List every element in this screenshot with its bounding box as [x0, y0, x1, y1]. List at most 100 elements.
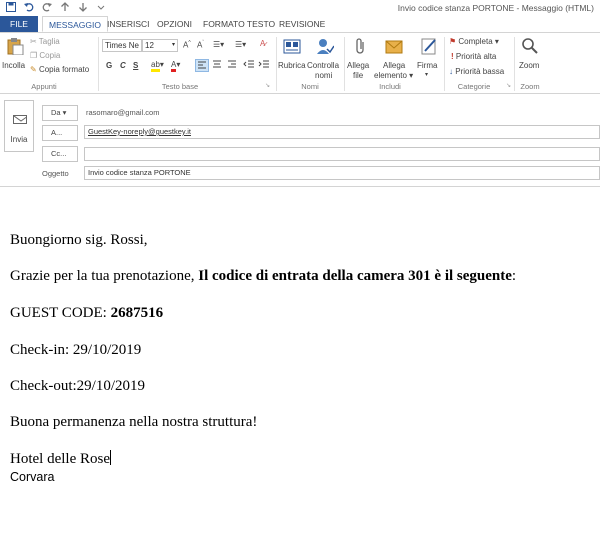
address-book-icon	[283, 39, 301, 54]
attach-file-button[interactable]: Allega file	[346, 35, 374, 80]
text-cursor	[109, 450, 111, 465]
font-name-value: Times Ne	[105, 41, 139, 50]
group-testo-base-label: Testo base	[161, 82, 199, 91]
check-names-label-2: nomi	[315, 71, 333, 80]
greeting-line: Buongiorno sig. Rossi,	[10, 232, 148, 248]
dialog-launcher-icon[interactable]: ↘	[506, 82, 511, 89]
format-painter-icon: ✎	[30, 65, 37, 74]
checkin-line: Check-in: 29/10/2019	[10, 342, 142, 358]
redo-icon[interactable]	[42, 2, 52, 12]
align-center-icon	[213, 60, 221, 68]
align-center-button[interactable]	[211, 59, 225, 72]
ribbon-separator	[98, 37, 99, 91]
group-includi-label: Includi	[379, 82, 401, 91]
increase-indent-icon	[258, 60, 269, 68]
high-importance-label: Priorità alta	[455, 52, 497, 61]
exclamation-icon: !	[451, 52, 454, 61]
align-left-button[interactable]	[195, 59, 209, 72]
customize-icon[interactable]	[96, 2, 106, 12]
tab-opzioni[interactable]: OPZIONI	[151, 16, 198, 32]
check-names-label: Controlla	[307, 61, 340, 70]
high-importance-button[interactable]: ! Priorità alta	[451, 52, 496, 61]
thanks-text: Grazie per la tua prenotazione,	[10, 268, 199, 284]
align-left-icon	[198, 61, 206, 69]
follow-up-button[interactable]: ⚑ Completa ▾	[449, 37, 499, 46]
italic-button[interactable]: C	[120, 61, 126, 70]
ribbon-separator	[344, 37, 345, 91]
signature-icon	[421, 38, 436, 55]
quick-access-toolbar	[6, 2, 106, 12]
hotel-line: Hotel delle Rose	[10, 450, 111, 468]
cc-button[interactable]: Cc...	[42, 146, 78, 162]
follow-up-label: Completa	[458, 37, 493, 46]
cut-label: Taglia	[38, 37, 60, 46]
undo-icon[interactable]	[24, 2, 34, 12]
to-field[interactable]: GuestKey-noreply@guestkey.it	[84, 125, 600, 139]
magnifier-icon	[522, 38, 538, 54]
decrease-indent-button[interactable]	[243, 59, 257, 72]
attach-item-label: Allega	[383, 61, 406, 70]
group-appunti-label: Appunti	[31, 82, 57, 91]
message-header: Invia Da ▾ rasomaro@gmail.com A... Guest…	[0, 96, 600, 187]
save-icon[interactable]	[6, 2, 16, 12]
up-icon[interactable]	[60, 2, 70, 12]
window-title: Invio codice stanza PORTONE - Messaggio …	[397, 3, 594, 13]
cut-button[interactable]: ✂ Taglia	[30, 37, 60, 46]
guest-code-line: GUEST CODE: 2687516	[10, 305, 163, 322]
thanks-line: Grazie per la tua prenotazione, Il codic…	[10, 268, 516, 285]
zoom-button[interactable]: Zoom	[517, 35, 543, 79]
tab-revisione[interactable]: REVISIONE	[273, 16, 331, 32]
group-categorie-label: Categorie	[457, 82, 491, 91]
font-name-select[interactable]: Times Ne	[102, 39, 142, 52]
increase-indent-button[interactable]	[258, 59, 272, 72]
address-book-label: Rubrica	[278, 61, 306, 70]
highlight-icon[interactable]: ab▾	[151, 60, 164, 72]
title-bar: Invio codice stanza PORTONE - Messaggio …	[0, 0, 600, 16]
to-recipient[interactable]: GuestKey-noreply@guestkey.it	[88, 127, 191, 136]
check-names-button[interactable]: Controlla nomi	[307, 35, 343, 80]
tab-inserisci[interactable]: INSERISCI	[101, 16, 156, 32]
copy-icon: ❐	[30, 51, 38, 60]
attach-item-button[interactable]: Allega elemento ▾	[374, 35, 416, 80]
group-zoom-label: Zoom	[520, 82, 540, 91]
to-button[interactable]: A...	[42, 125, 78, 141]
ribbon-separator	[444, 37, 445, 91]
from-value: rasomaro@gmail.com	[86, 108, 160, 117]
room-code-sentence: Il codice di entrata della camera 301 è …	[198, 268, 512, 284]
attach-item-label-2: elemento ▾	[374, 71, 414, 80]
tab-formato-testo[interactable]: FORMATO TESTO	[197, 16, 281, 32]
attach-file-label: Allega	[347, 61, 370, 70]
underline-button[interactable]: S	[133, 61, 138, 70]
from-button[interactable]: Da ▾	[42, 105, 78, 121]
from-label: Da	[51, 108, 61, 117]
font-size-select[interactable]: 12 ▾	[142, 39, 178, 52]
header-divider	[0, 186, 600, 187]
down-icon[interactable]	[78, 2, 88, 12]
send-button[interactable]: Invia	[4, 100, 34, 152]
scissors-icon: ✂	[30, 37, 37, 46]
address-book-button[interactable]: Rubrica	[278, 35, 306, 79]
tab-messaggio[interactable]: MESSAGGIO	[42, 16, 108, 32]
check-names-icon	[317, 39, 334, 54]
bullets-icon[interactable]: ☰▾	[213, 40, 224, 49]
group-nomi-label: Nomi	[301, 82, 319, 91]
wish-line: Buona permanenza nella nostra struttura!	[10, 414, 258, 430]
clear-format-icon[interactable]: A̷	[260, 39, 265, 48]
paste-button[interactable]: Incolla	[2, 35, 28, 75]
numbering-icon[interactable]: ☰▾	[235, 40, 246, 49]
low-importance-button[interactable]: ↓ Priorità bassa	[449, 67, 504, 76]
grow-font-button[interactable]: A^	[183, 40, 191, 50]
cc-field[interactable]	[84, 147, 600, 161]
font-color-icon[interactable]: A▾	[171, 60, 180, 72]
format-painter-button[interactable]: ✎ Copia formato	[30, 65, 89, 74]
envelope-icon	[385, 40, 403, 54]
tab-file[interactable]: FILE	[0, 16, 38, 32]
dialog-launcher-icon[interactable]: ↘	[265, 82, 270, 89]
bold-button[interactable]: G	[106, 61, 112, 70]
signature-button[interactable]: Firma ▾	[415, 35, 443, 79]
subject-field[interactable]: Invio codice stanza PORTONE	[84, 166, 600, 180]
copy-button[interactable]: ❐ Copia	[30, 51, 60, 60]
shrink-font-button[interactable]: Aˇ	[197, 40, 204, 50]
decrease-indent-icon	[243, 60, 254, 68]
align-right-button[interactable]	[226, 59, 240, 72]
